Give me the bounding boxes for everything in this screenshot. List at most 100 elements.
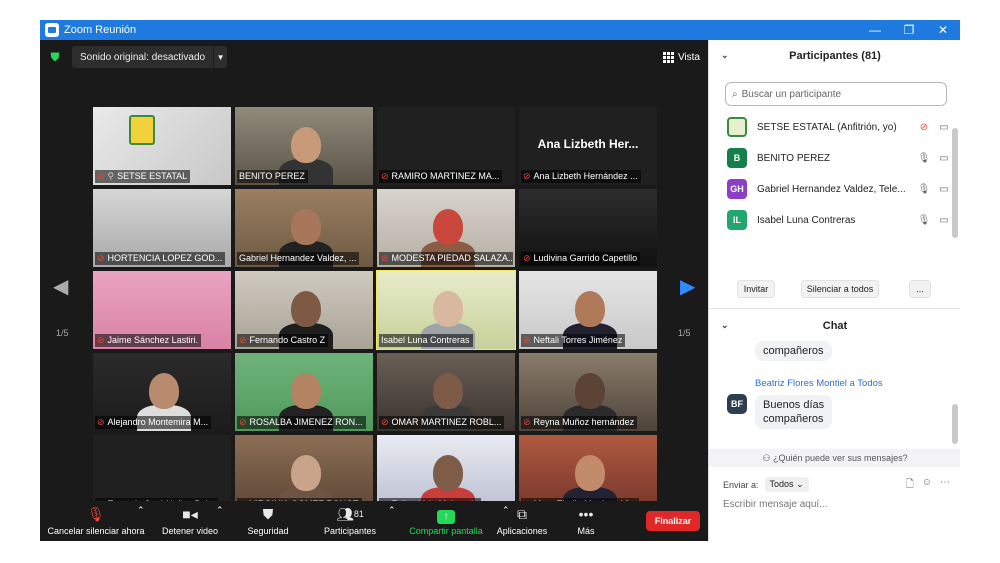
video-tile[interactable]: ⊘ Fernando Castro Z <box>235 271 373 349</box>
video-tile[interactable]: ⊘ Reyna Muñoz hernández <box>519 353 657 431</box>
title-bar: Zoom Reunión — ❐ ✕ <box>40 20 960 40</box>
microphone-icon[interactable]: 🎙︎ <box>917 215 931 226</box>
video-tile[interactable]: ⊘ HORTENCIA LOPEZ GOD... <box>93 189 231 267</box>
video-tile[interactable]: ⊘ Ludivina Garrido Capetillo <box>519 189 657 267</box>
collapse-chat-chevron-icon[interactable]: ⌄ <box>721 320 729 331</box>
video-tile[interactable]: ⊘ MODESTA PIEDAD SALAZA... <box>377 189 515 267</box>
stop-video-label: Detener video <box>161 526 219 536</box>
chat-message-input[interactable]: Escribir mensaje aquí... <box>723 499 828 510</box>
video-tile[interactable]: ⊘ Jaime Sánchez Lastiri. <box>93 271 231 349</box>
chat-message-line-1: Buenos días <box>763 399 825 411</box>
participant-list-name: SETSE ESTATAL (Anfitrión, yo) <box>757 121 897 133</box>
video-tile[interactable]: BENITO PEREZ <box>235 107 373 185</box>
video-tile[interactable]: Isabel Luna Contreras <box>376 270 516 350</box>
participant-name: Ludivina Garrido Capetillo <box>533 253 638 263</box>
participant-name: Isabel Luna Contreras <box>381 335 470 345</box>
view-button[interactable]: Vista <box>662 51 700 63</box>
video-tile[interactable]: ⊘ OMAR MARTINEZ ROBL... <box>377 353 515 431</box>
participant-row[interactable]: GH Gabriel Hernandez Valdez, Tele... 🎙︎ ▭ <box>727 178 953 200</box>
video-camera-icon: ■◂ <box>182 506 198 522</box>
participant-face <box>433 373 463 409</box>
video-tile[interactable]: ⊘ Neftali Torres Jiménez <box>519 271 657 349</box>
apps-button[interactable]: ⧉ Aplicaciones <box>492 505 552 536</box>
video-options-chevron-icon[interactable]: ⌃ <box>216 505 224 516</box>
participant-name: MODESTA PIEDAD SALAZA... <box>391 253 513 263</box>
next-page-arrow-icon[interactable]: ▶ <box>680 274 695 299</box>
video-tile[interactable]: ⊘ ROSALBA JIMENEZ RON... <box>235 353 373 431</box>
pin-icon: ⚲ <box>107 171 115 181</box>
chat-more-icon[interactable]: ⋯ <box>940 477 950 494</box>
video-tile[interactable]: ⊘ RAMIRO MARTINEZ MA... <box>377 107 515 185</box>
send-to-dropdown[interactable]: Todos ⌄ <box>764 477 809 492</box>
more-button[interactable]: ••• Más <box>566 505 606 536</box>
invite-button[interactable]: Invitar <box>737 280 775 298</box>
file-icon[interactable]: 🗋︎ <box>906 477 914 494</box>
participants-more-button[interactable]: ... <box>909 280 931 298</box>
more-dots-icon: ••• <box>578 506 594 522</box>
participants-title: Participantes (81) <box>789 50 881 62</box>
video-camera-icon[interactable]: ▭ <box>935 153 953 164</box>
participant-name: Jaime Sánchez Lastiri. <box>107 335 199 345</box>
shield-icon: ⛊ <box>262 506 274 522</box>
participant-name-bar: ⊘ Jaime Sánchez Lastiri. <box>95 334 202 347</box>
participants-button[interactable]: 👥︎81 Participantes <box>320 505 380 536</box>
microphone-muted-icon: ⊘ <box>523 417 531 427</box>
participant-name-bar: ⊘ OMAR MARTINEZ ROBL... <box>379 416 505 429</box>
microphone-muted-icon[interactable]: ⊘ <box>917 122 931 133</box>
participant-row[interactable]: IL Isabel Luna Contreras 🎙︎ ▭ <box>727 209 953 231</box>
unmute-button[interactable]: 🎙︎ Cancelar silenciar ahora <box>46 505 146 536</box>
participant-name-bar: BENITO PEREZ <box>237 170 308 183</box>
video-tile[interactable]: ⊘ Alejandro Montemira M... <box>93 353 231 431</box>
page-indicator-right: 1/5 <box>678 328 691 338</box>
video-tile[interactable]: Ana Lizbeth Her... ⊘ Ana Lizbeth Hernández… <box>519 107 657 185</box>
maximize-button[interactable]: ❐ <box>892 23 926 37</box>
avatar: IL <box>727 210 747 230</box>
page-indicator-left: 1/5 <box>56 328 69 338</box>
participant-search-input[interactable]: ⌕ Buscar un participante <box>725 82 947 106</box>
security-shield-icon[interactable]: ⛊ <box>48 50 62 64</box>
video-camera-icon[interactable]: ▭ <box>935 122 953 133</box>
microphone-icon[interactable]: 🎙︎ <box>917 184 931 195</box>
microphone-muted-icon: ⊘ <box>97 171 105 181</box>
participant-face <box>149 373 179 409</box>
chat-sender-avatar: BF <box>727 394 747 414</box>
participant-name: SETSE ESTATAL <box>117 171 188 181</box>
video-camera-icon[interactable]: ▭ <box>935 215 953 226</box>
participant-name-bar: ⊘ ⚲ SETSE ESTATAL <box>95 170 191 183</box>
who-can-see-messages-link[interactable]: ⚇ ¿Quién puede ver sus mensajes? <box>709 449 960 467</box>
end-meeting-button[interactable]: Finalizar <box>646 511 700 531</box>
emoji-icon[interactable]: ☺︎ <box>922 477 932 494</box>
microphone-muted-icon: ⊘ <box>239 417 247 427</box>
minimize-button[interactable]: — <box>858 23 892 37</box>
microphone-muted-icon: ⊘ <box>523 335 531 345</box>
chevron-down-icon: ⌄ <box>796 479 804 489</box>
previous-page-arrow-icon[interactable]: ◀ <box>53 274 68 299</box>
microphone-muted-icon: ⊘ <box>381 171 389 181</box>
close-button[interactable]: ✕ <box>926 23 960 37</box>
stop-video-button[interactable]: ■◂ Detener video <box>158 505 222 536</box>
video-tile[interactable]: ⊘ ⚲ SETSE ESTATAL <box>93 107 231 185</box>
audio-options-chevron-icon[interactable]: ⌃ <box>137 505 145 516</box>
security-button[interactable]: ⛊ Seguridad <box>240 505 296 536</box>
chevron-down-icon[interactable]: ▼ <box>213 46 227 68</box>
participants-options-chevron-icon[interactable]: ⌃ <box>388 505 396 516</box>
send-to-label: Enviar a: <box>723 479 759 490</box>
participant-list-scrollbar[interactable] <box>952 128 958 238</box>
send-to-row: Enviar a: Todos ⌄ <box>723 477 809 492</box>
participant-row[interactable]: B BENITO PEREZ 🎙︎ ▭ <box>727 147 953 169</box>
original-sound-label: Sonido original: desactivado <box>80 51 206 63</box>
share-screen-button[interactable]: ↑ Compartir pantalla <box>404 505 488 536</box>
window-title: Zoom Reunión <box>64 24 137 36</box>
microphone-muted-icon: ⊘ <box>97 253 105 263</box>
participant-face <box>291 127 321 163</box>
collapse-participants-chevron-icon[interactable]: ⌄ <box>721 50 729 61</box>
original-sound-button[interactable]: Sonido original: desactivado ▼ <box>72 46 228 68</box>
chat-scrollbar[interactable] <box>952 404 958 444</box>
microphone-icon[interactable]: 🎙︎ <box>917 153 931 164</box>
mute-all-button[interactable]: Silenciar a todos <box>801 280 879 298</box>
participant-row[interactable]: SETSE ESTATAL (Anfitrión, yo) ⊘ ▭ <box>727 116 953 138</box>
setse-logo-icon <box>129 115 155 145</box>
participant-face <box>291 373 321 409</box>
video-camera-icon[interactable]: ▭ <box>935 184 953 195</box>
video-tile[interactable]: Gabriel Hernandez Valdez, ... <box>235 189 373 267</box>
